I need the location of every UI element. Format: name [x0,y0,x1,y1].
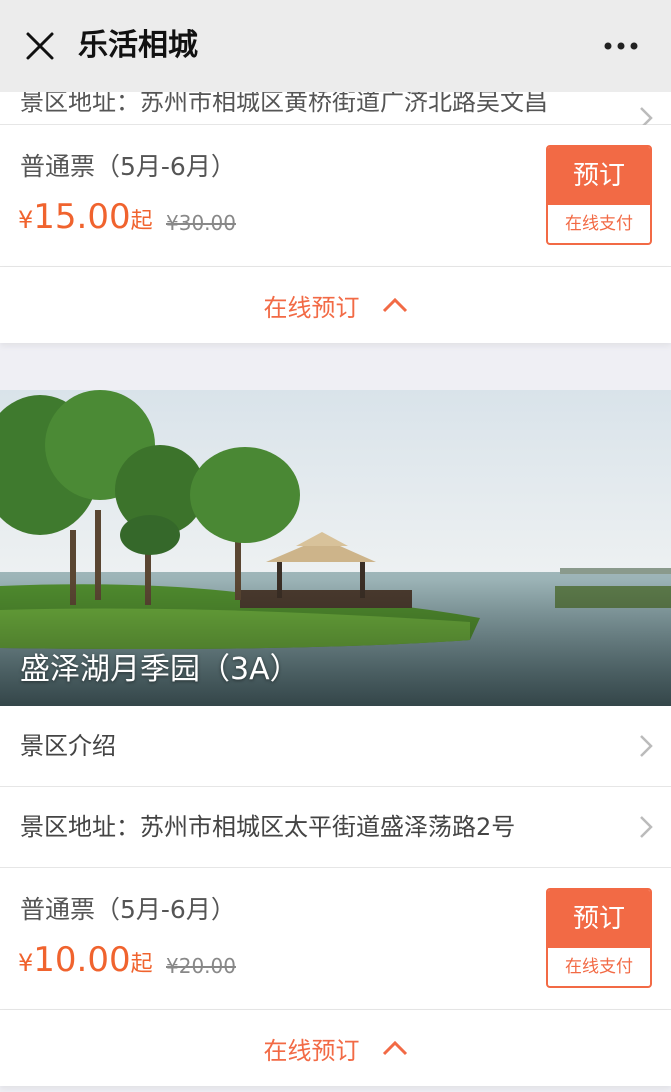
currency-symbol: ¥ [18,206,34,234]
online-booking-toggle[interactable]: 在线预订 [0,267,671,343]
spot-title: 盛泽湖月季园（3A） [20,652,300,687]
more-dots-icon[interactable] [599,24,643,68]
chevron-right-icon [640,816,653,838]
close-icon[interactable] [18,24,62,68]
original-price: ¥30.00 [166,211,236,235]
spot-address: 景区地址：苏州市相城区太平街道盛泽荡路2号 [20,813,516,841]
book-label: 预订 [548,147,650,205]
pay-online-label: 在线支付 [565,214,633,234]
online-booking-toggle[interactable]: 在线预订 [0,1010,671,1086]
top-nav-bar: 乐活相城 [0,0,671,92]
chevron-up-icon [382,1040,408,1056]
ticket-name: 普通票（5月-6月） [20,152,236,181]
price-value: 10.00 [33,940,131,980]
chevron-right-icon [640,735,653,757]
online-booking-label: 在线预订 [263,1036,360,1065]
price-value: 15.00 [33,197,131,237]
spot-address-row[interactable]: 景区地址：苏州市相城区太平街道盛泽荡路2号 [0,787,671,868]
spot-photo[interactable]: 盛泽湖月季园（3A） [0,390,671,706]
currency-symbol: ¥ [18,949,34,977]
ticket-price: ¥10.00起 [18,940,153,980]
page-title: 乐活相城 [78,28,198,63]
spot-intro-label: 景区介绍 [20,732,116,760]
ticket-row: 普通票（5月-6月） ¥10.00起 ¥20.00 预订 在线支付 [0,868,671,1010]
book-button[interactable]: 预订 在线支付 [546,888,652,988]
spot-intro-row[interactable]: 景区介绍 [0,706,671,787]
ticket-name: 普通票（5月-6月） [20,895,236,924]
original-price: ¥20.00 [166,954,236,978]
prev-ticket-row: 普通票（5月-6月） ¥15.00起 ¥30.00 预订 在线支付 [0,125,671,267]
book-button[interactable]: 预订 在线支付 [546,145,652,245]
chevron-up-icon [382,297,408,313]
price-suffix: 起 [130,209,153,234]
pay-online-label: 在线支付 [565,957,633,977]
book-label: 预订 [548,890,650,948]
price-suffix: 起 [130,952,153,977]
ticket-price: ¥15.00起 [18,197,153,237]
online-booking-label: 在线预订 [263,293,360,322]
